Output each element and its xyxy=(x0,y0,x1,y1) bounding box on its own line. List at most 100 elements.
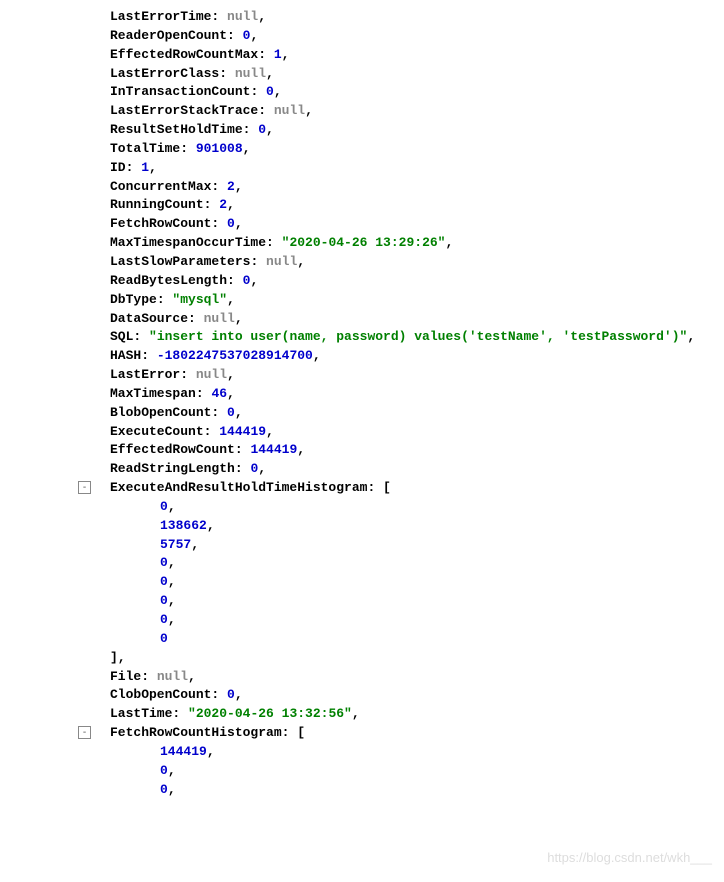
json-property: ResultSetHoldTime: 0, xyxy=(60,121,724,140)
json-viewer: LastErrorTime: null,ReaderOpenCount: 0,E… xyxy=(60,8,724,799)
json-property: DataSource: null, xyxy=(60,310,724,329)
colon: : xyxy=(172,706,188,721)
comma: , xyxy=(235,311,243,326)
array-value: 138662 xyxy=(160,518,207,533)
property-key: MaxTimespanOccurTime xyxy=(110,235,266,250)
json-array-open[interactable]: -ExecuteAndResultHoldTimeHistogram: [ xyxy=(60,479,724,498)
bracket-open: : [ xyxy=(367,480,390,495)
property-value: null xyxy=(227,9,258,24)
colon: : xyxy=(211,405,227,420)
json-property: LastError: null, xyxy=(60,366,724,385)
array-item: 0, xyxy=(60,498,724,517)
colon: : xyxy=(227,28,243,43)
json-property: ExecuteCount: 144419, xyxy=(60,423,724,442)
comma: , xyxy=(250,28,258,43)
property-key: BlobOpenCount xyxy=(110,405,211,420)
json-property: DbType: "mysql", xyxy=(60,291,724,310)
colon: : xyxy=(188,311,204,326)
json-property: EffectedRowCountMax: 1, xyxy=(60,46,724,65)
comma: , xyxy=(313,348,321,363)
array-value: 0 xyxy=(160,555,168,570)
array-item: 0, xyxy=(60,573,724,592)
json-property: HASH: -1802247537028914700, xyxy=(60,347,724,366)
comma: , xyxy=(168,574,176,589)
array-value: 0 xyxy=(160,763,168,778)
comma: , xyxy=(227,386,235,401)
property-value: 144419 xyxy=(219,424,266,439)
property-value: "mysql" xyxy=(172,292,227,307)
array-item: 0, xyxy=(60,762,724,781)
collapse-toggle-icon[interactable]: - xyxy=(78,481,91,494)
json-property: LastErrorClass: null, xyxy=(60,65,724,84)
colon: : xyxy=(219,66,235,81)
colon: : xyxy=(250,84,266,99)
json-array-open[interactable]: -FetchRowCountHistogram: [ xyxy=(60,724,724,743)
comma: , xyxy=(250,273,258,288)
json-property: BlobOpenCount: 0, xyxy=(60,404,724,423)
bracket-close: ], xyxy=(110,650,126,665)
comma: , xyxy=(207,518,215,533)
comma: , xyxy=(227,292,235,307)
colon: : xyxy=(211,179,227,194)
json-property: InTransactionCount: 0, xyxy=(60,83,724,102)
property-key: ExecuteCount xyxy=(110,424,204,439)
property-value: null xyxy=(274,103,305,118)
property-value: 0 xyxy=(266,84,274,99)
property-value: 2 xyxy=(227,179,235,194)
property-key: LastErrorTime xyxy=(110,9,211,24)
comma: , xyxy=(149,160,157,175)
property-value: 1 xyxy=(274,47,282,62)
array-item: 5757, xyxy=(60,536,724,555)
json-property: File: null, xyxy=(60,668,724,687)
json-property: LastSlowParameters: null, xyxy=(60,253,724,272)
property-value: 0 xyxy=(227,405,235,420)
comma: , xyxy=(297,442,305,457)
property-key: TotalTime xyxy=(110,141,180,156)
array-item: 144419, xyxy=(60,743,724,762)
array-item: 0, xyxy=(60,554,724,573)
json-property: ClobOpenCount: 0, xyxy=(60,686,724,705)
array-item: 138662, xyxy=(60,517,724,536)
json-property: MaxTimespan: 46, xyxy=(60,385,724,404)
property-value: 0 xyxy=(227,687,235,702)
property-value: null xyxy=(204,311,235,326)
watermark-text: https://blog.csdn.net/wkh___ xyxy=(547,849,712,868)
comma: , xyxy=(188,669,196,684)
colon: : xyxy=(258,47,274,62)
comma: , xyxy=(227,367,235,382)
json-property: TotalTime: 901008, xyxy=(60,140,724,159)
property-value: null xyxy=(266,254,297,269)
property-value: null xyxy=(196,367,227,382)
property-key: EffectedRowCount xyxy=(110,442,235,457)
property-value: 901008 xyxy=(196,141,243,156)
property-value: 144419 xyxy=(250,442,297,457)
colon: : xyxy=(180,141,196,156)
comma: , xyxy=(207,744,215,759)
colon: : xyxy=(133,329,149,344)
comma: , xyxy=(243,141,251,156)
json-property: RunningCount: 2, xyxy=(60,196,724,215)
comma: , xyxy=(235,179,243,194)
array-value: 0 xyxy=(160,612,168,627)
property-value: 46 xyxy=(211,386,227,401)
comma: , xyxy=(266,66,274,81)
property-key: ResultSetHoldTime xyxy=(110,122,243,137)
comma: , xyxy=(191,537,199,552)
comma: , xyxy=(266,424,274,439)
comma: , xyxy=(168,763,176,778)
comma: , xyxy=(235,687,243,702)
colon: : xyxy=(211,687,227,702)
comma: , xyxy=(445,235,453,250)
json-property: EffectedRowCount: 144419, xyxy=(60,441,724,460)
property-key: ReadStringLength xyxy=(110,461,235,476)
property-key: RunningCount xyxy=(110,197,204,212)
collapse-toggle-icon[interactable]: - xyxy=(78,726,91,739)
property-key: ReadBytesLength xyxy=(110,273,227,288)
array-item: 0, xyxy=(60,611,724,630)
colon: : xyxy=(211,216,227,231)
comma: , xyxy=(168,782,176,797)
comma: , xyxy=(282,47,290,62)
property-key: LastErrorClass xyxy=(110,66,219,81)
comma: , xyxy=(266,122,274,137)
comma: , xyxy=(352,706,360,721)
